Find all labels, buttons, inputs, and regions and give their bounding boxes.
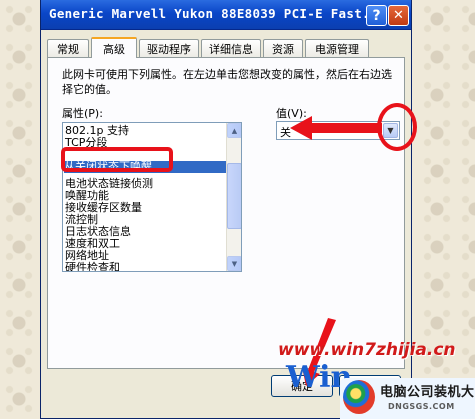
help-button[interactable]: ? [366, 5, 387, 26]
help-icon: ? [372, 7, 381, 24]
annotation-arrow-icon [290, 116, 382, 140]
brand-url: DNGSGS.COM [388, 402, 455, 411]
tab-power-management[interactable]: 电源管理 [305, 39, 369, 57]
scroll-up-icon[interactable]: ▲ [227, 123, 241, 138]
tab-driver[interactable]: 驱动程序 [139, 39, 199, 57]
tab-advanced[interactable]: 高级 [91, 37, 137, 58]
advanced-panel: 此网卡可使用下列属性。在左边单击您想改变的属性，然后在右边选择它的值。 属性(P… [47, 57, 405, 369]
scroll-down-icon[interactable]: ▼ [227, 256, 241, 271]
description-text: 此网卡可使用下列属性。在左边单击您想改变的属性，然后在右边选择它的值。 [62, 68, 392, 96]
tab-general[interactable]: 常规 [47, 39, 89, 57]
window-title: Generic Marvell Yukon 88E8039 PCI-E Fast… [49, 6, 386, 21]
scroll-thumb[interactable] [227, 163, 241, 229]
list-scrollbar[interactable]: ▲ ▼ [226, 123, 241, 271]
property-label: 属性(P): [62, 107, 103, 120]
brand-badge: 电脑公司装机大师 DNGSGS.COM [340, 378, 475, 419]
tab-resources[interactable]: 资源 [263, 39, 303, 57]
watermark-site: www.win7zhijia.cn [278, 340, 456, 360]
annotation-highlight-box [61, 147, 173, 172]
tab-details[interactable]: 详细信息 [201, 39, 261, 57]
brand-name: 电脑公司装机大师 [380, 385, 475, 400]
brand-logo-icon [343, 380, 375, 414]
watermark-logo: Win [286, 360, 353, 395]
property-list[interactable]: 802.1p 支持 TCP分段 从关闭状态下唤醒 电池状态链接侦测 唤醒功能 接… [62, 122, 242, 272]
title-bar[interactable]: Generic Marvell Yukon 88E8039 PCI-E Fast… [41, 0, 411, 30]
close-icon: ✕ [393, 8, 404, 23]
list-item[interactable]: 硬件检查和 [65, 262, 120, 272]
close-button[interactable]: ✕ [388, 5, 409, 26]
